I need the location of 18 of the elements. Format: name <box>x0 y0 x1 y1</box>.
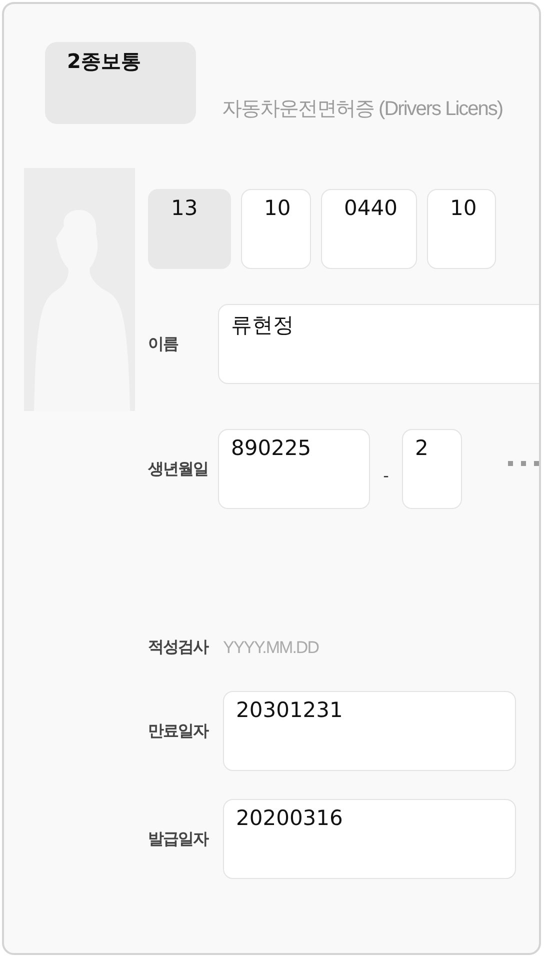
dots-icon <box>508 461 539 467</box>
license-number-field[interactable]: 0440 <box>321 189 417 269</box>
name-field[interactable]: 류현정 <box>218 304 539 384</box>
card-title: 자동차운전면허증 (Drivers Licens) <box>222 97 503 122</box>
license-type-field[interactable]: 2종보통 <box>45 42 196 124</box>
license-number-field[interactable]: 10 <box>427 189 496 269</box>
birth-label: 생년월일 <box>148 458 209 480</box>
id-suffix-field[interactable]: 2 <box>402 429 462 509</box>
separator: - <box>382 466 390 484</box>
license-number-field[interactable]: 10 <box>241 189 311 269</box>
date-label: 발급일자 <box>148 828 210 850</box>
aptitude-label: 적성검사 <box>148 637 210 658</box>
birth-date-field[interactable]: 890225 <box>218 429 370 509</box>
name-label: 이름 <box>148 334 180 354</box>
aptitude-date-input[interactable]: YYYY.MM.DD <box>223 638 343 658</box>
date-field[interactable]: 20301231 <box>223 691 516 771</box>
date-field[interactable]: 20200316 <box>223 799 516 879</box>
date-label: 만료일자 <box>148 720 210 742</box>
